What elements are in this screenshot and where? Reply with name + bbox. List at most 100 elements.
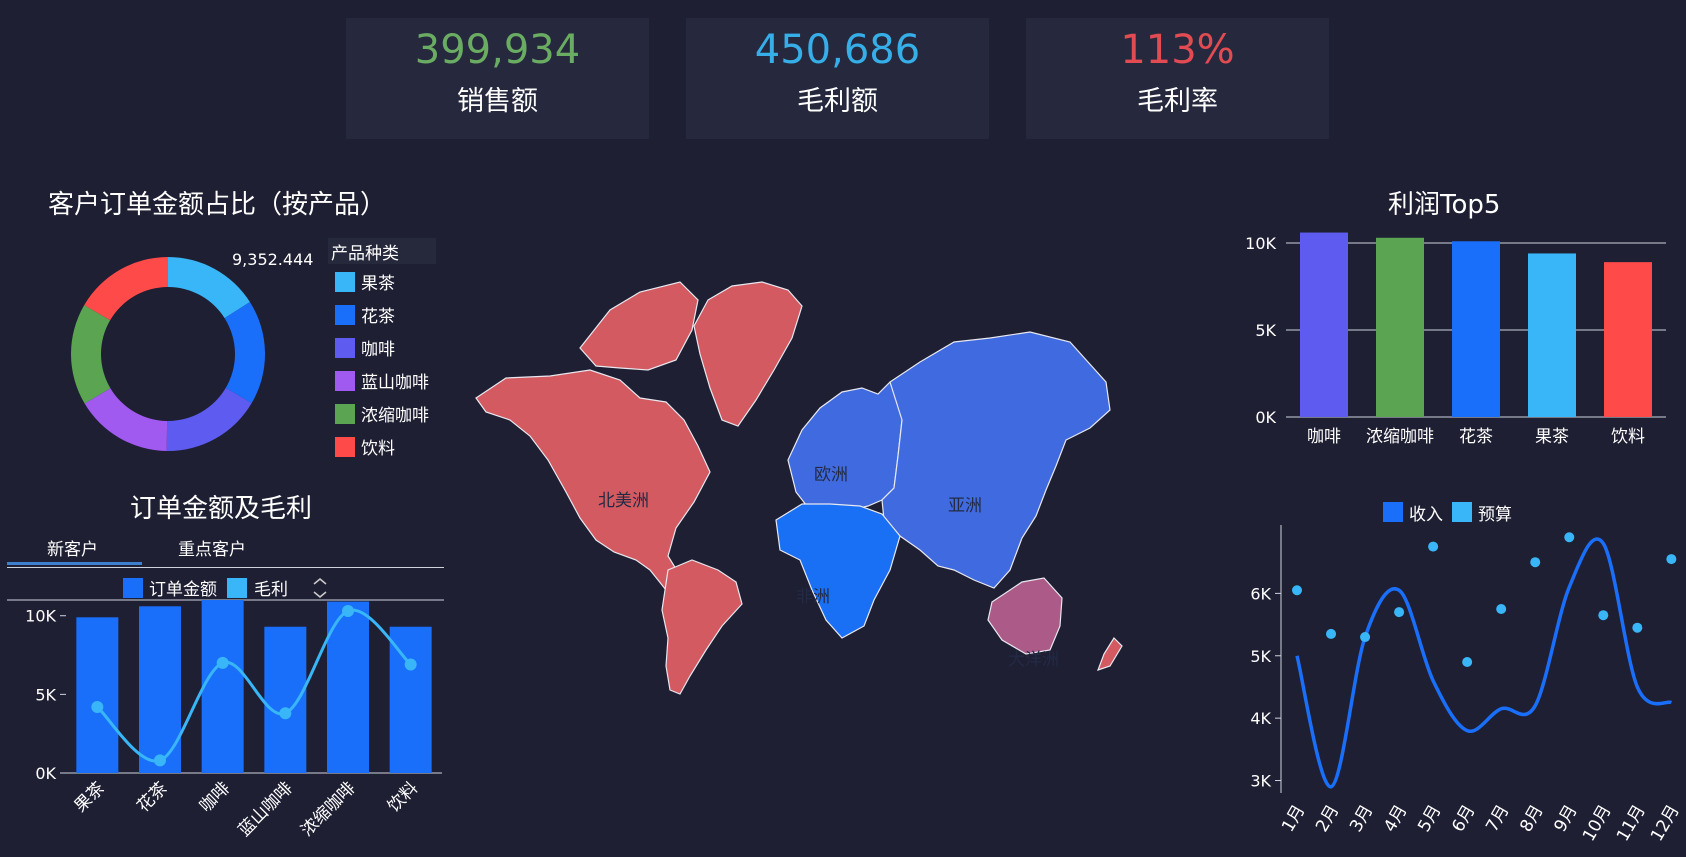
rev-ytick-item-2: 4K xyxy=(1250,709,1271,728)
rev-budget-point-item-1[interactable] xyxy=(1292,585,1302,596)
map-region-africa[interactable] xyxy=(775,503,901,639)
donut-legend-label-item-3: 咖啡 xyxy=(361,340,395,360)
rev-budget-point-item-8[interactable] xyxy=(1530,557,1541,568)
rev-ytick-item-3: 5K xyxy=(1250,647,1271,666)
donut-slice-item-5[interactable] xyxy=(70,305,111,404)
legend-scroll-icon[interactable] xyxy=(313,578,327,598)
rev-budget-point-item-9[interactable] xyxy=(1564,532,1575,543)
top5-xtick-item-2: 浓缩咖啡 xyxy=(1366,427,1434,447)
active-tab-indicator xyxy=(7,562,142,565)
rev-budget-point-item-12[interactable] xyxy=(1666,554,1677,565)
donut-legend-label-item-2: 花茶 xyxy=(361,307,395,327)
order-profit-point-item-1[interactable] xyxy=(91,700,104,713)
rev-xtick-item-9: 9月 xyxy=(1550,802,1581,836)
donut-legend-swatch-item-5[interactable] xyxy=(335,404,355,424)
order-profit-point-item-3[interactable] xyxy=(216,656,229,669)
map-region-greenland[interactable] xyxy=(693,281,803,427)
rev-xtick-item-4: 4月 xyxy=(1380,802,1411,836)
top5-xtick-item-3: 花茶 xyxy=(1459,427,1493,447)
legend-order-amount-swatch[interactable] xyxy=(123,578,143,598)
order-profit-point-item-6[interactable] xyxy=(404,658,417,671)
legend-title: 产品种类 xyxy=(331,244,399,264)
revenue-budget-chart: 收入 预算 3K 4K 5K 6K 1月 2月 3月 4月 5月 6月 7月 8月 9月10月11月12… xyxy=(1250,502,1684,845)
top5-xtick-item-5: 饮料 xyxy=(1611,427,1645,447)
top5-bar-item-5[interactable] xyxy=(1604,262,1652,417)
rev-xtick-item-6: 6月 xyxy=(1448,802,1479,836)
donut-slices xyxy=(70,257,265,451)
legend-budget-swatch[interactable] xyxy=(1452,502,1472,522)
legend-budget-label: 预算 xyxy=(1478,505,1512,525)
donut-legend-swatch-item-6[interactable] xyxy=(335,437,355,457)
legend-order-amount-label: 订单金额 xyxy=(149,580,217,600)
map-label-asia: 亚洲 xyxy=(948,496,982,516)
top5-bar-item-3[interactable] xyxy=(1452,241,1500,417)
map-label-africa: 非洲 xyxy=(796,587,830,607)
rev-budget-point-item-5[interactable] xyxy=(1428,541,1439,552)
rev-budget-point-item-11[interactable] xyxy=(1632,622,1643,633)
map-region-new-zealand[interactable] xyxy=(1096,637,1123,671)
rev-xtick-item-10: 10月 xyxy=(1579,802,1616,845)
kpi-margin-card: 113% 毛利率 xyxy=(1026,18,1329,139)
map-label-europe: 欧洲 xyxy=(814,465,848,485)
rev-budget-point-item-4[interactable] xyxy=(1394,607,1405,618)
top5-ytick-item-3: 10K xyxy=(1245,234,1276,253)
order-ytick-item-2: 5K xyxy=(35,685,56,704)
legend-gross-profit-swatch[interactable] xyxy=(227,578,247,598)
donut-legend-swatch-item-3[interactable] xyxy=(335,338,355,358)
donut-chart: 9,352.444 产品种类 果茶花茶咖啡蓝山咖啡浓缩咖啡饮料 xyxy=(70,238,436,459)
top5-bar-item-1[interactable] xyxy=(1300,232,1348,417)
donut-slice-item-2[interactable] xyxy=(224,302,265,404)
kpi-margin-label: 毛利率 xyxy=(1137,86,1218,117)
map-label-oceania: 大洋洲 xyxy=(1008,650,1059,670)
map-region-asia[interactable] xyxy=(881,331,1111,589)
donut-slice-item-6[interactable] xyxy=(84,257,168,321)
top5-xtick-item-4: 果茶 xyxy=(1535,427,1569,447)
order-profit-point-item-2[interactable] xyxy=(154,754,166,767)
rev-xtick-item-12: 12月 xyxy=(1647,802,1684,845)
order-bar-item-1[interactable] xyxy=(76,617,119,773)
legend-revenue-label: 收入 xyxy=(1409,505,1443,525)
world-map: 北美洲 欧洲 亚洲 非洲 大洋洲 xyxy=(475,281,1123,695)
order-bar-item-2[interactable] xyxy=(139,606,181,773)
map-region-oceania[interactable] xyxy=(987,577,1063,655)
rev-budget-point-item-7[interactable] xyxy=(1496,603,1507,614)
donut-legend-swatch-item-2[interactable] xyxy=(335,305,355,325)
top5-ytick-item-1: 0K xyxy=(1255,408,1276,427)
rev-xtick-item-11: 11月 xyxy=(1613,802,1650,845)
donut-legend-label-item-1: 果茶 xyxy=(361,274,395,294)
donut-slice-item-3[interactable] xyxy=(166,387,252,451)
legend-revenue-swatch[interactable] xyxy=(1383,502,1403,522)
donut-legend-swatch-item-1[interactable] xyxy=(335,272,355,292)
order-profit-point-item-4[interactable] xyxy=(279,707,292,720)
rev-xtick-item-7: 7月 xyxy=(1482,802,1513,836)
order-xtick-item-3: 咖啡 xyxy=(196,778,234,816)
kpi-margin-value: 113% xyxy=(1120,27,1235,73)
order-xtick-item-4: 蓝山咖啡 xyxy=(235,778,297,840)
donut-legend: 果茶花茶咖啡蓝山咖啡浓缩咖啡饮料 xyxy=(335,272,429,459)
tab-key-customer[interactable]: 重点客户 xyxy=(178,535,246,560)
tab-new-customer[interactable]: 新客户 xyxy=(47,535,98,560)
rev-budget-point-item-3[interactable] xyxy=(1360,632,1371,643)
order-xtick-item-1: 果茶 xyxy=(71,778,109,816)
rev-xtick-item-5: 5月 xyxy=(1414,802,1445,836)
rev-budget-point-item-2[interactable] xyxy=(1326,628,1337,639)
rev-xtick-item-8: 8月 xyxy=(1516,802,1547,836)
rev-ytick-item-1: 3K xyxy=(1250,772,1271,791)
rev-budget-point-item-6[interactable] xyxy=(1462,657,1473,667)
top5-ytick-item-2: 5K xyxy=(1255,321,1276,340)
top5-bar-item-2[interactable] xyxy=(1376,237,1424,417)
order-profit-point-item-5[interactable] xyxy=(342,605,354,618)
order-bar-item-4[interactable] xyxy=(264,626,307,773)
donut-slice-item-4[interactable] xyxy=(84,388,168,451)
map-region-north-america[interactable] xyxy=(475,369,711,591)
donut-legend-swatch-item-4[interactable] xyxy=(335,371,355,391)
rev-revenue-line xyxy=(1295,537,1673,789)
map-region-south-america[interactable] xyxy=(661,559,743,695)
rev-budget-point-item-10[interactable] xyxy=(1598,610,1609,621)
revenue-plot: 3K 4K 5K 6K 1月 2月 3月 4月 5月 6月 7月 8月 9月10月11月12月 xyxy=(1250,525,1684,845)
order-bar-item-3[interactable] xyxy=(201,600,244,773)
kpi-gross-profit-card: 450,686 毛利额 xyxy=(686,18,989,139)
kpi-gross-profit-label: 毛利额 xyxy=(797,86,878,117)
top5-bar-item-4[interactable] xyxy=(1528,253,1576,417)
map-region-arctic-islands[interactable] xyxy=(579,281,699,371)
